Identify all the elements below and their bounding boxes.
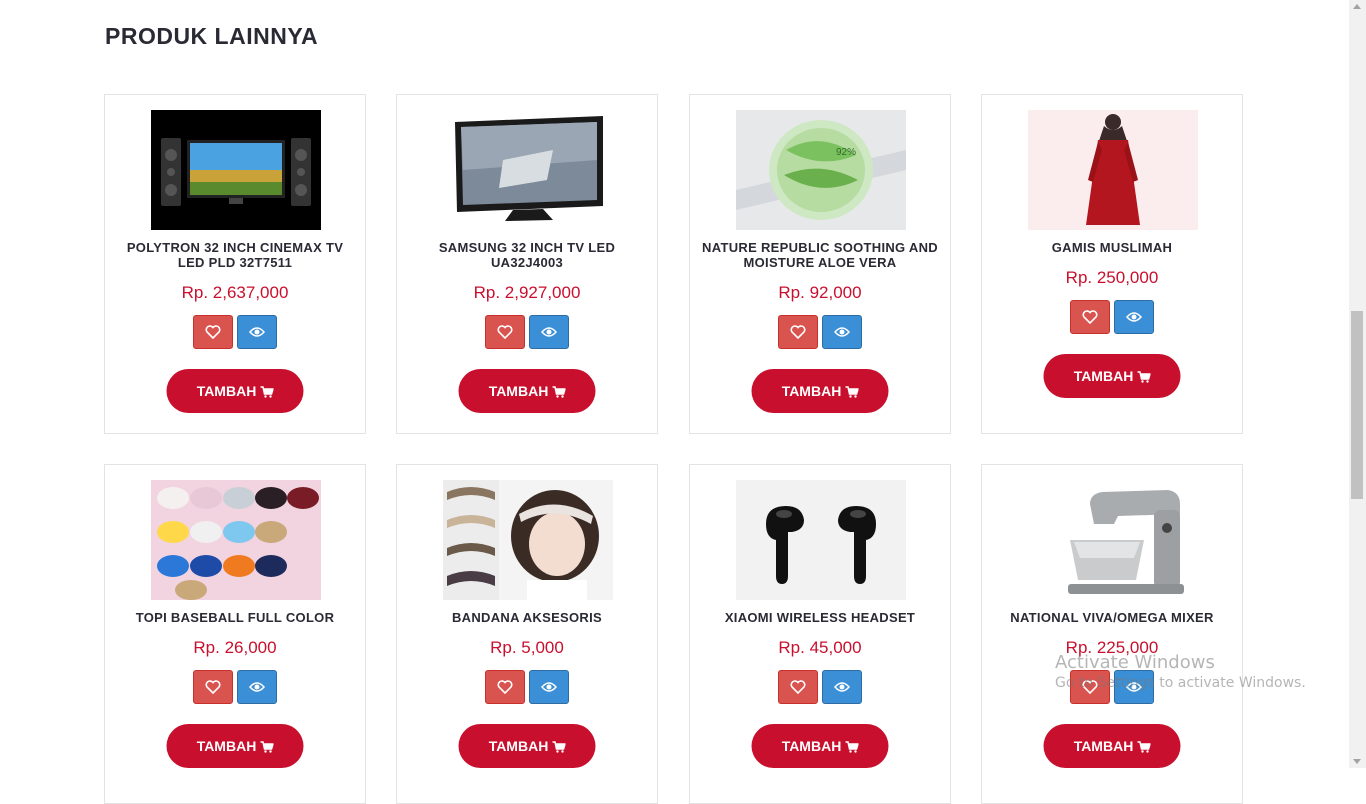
cart-icon (845, 386, 859, 398)
add-to-cart-button[interactable]: TAMBAH (751, 369, 889, 413)
section-title: PRODUK LAINNYA (105, 23, 319, 49)
cart-icon (845, 741, 859, 753)
scroll-down-arrow-icon[interactable] (1353, 759, 1361, 764)
activate-windows-watermark: Activate Windows Go to Settings to activ… (1055, 652, 1306, 691)
add-to-cart-button[interactable]: TAMBAH (751, 724, 889, 768)
cart-icon (1137, 371, 1151, 383)
product-name[interactable]: SAMSUNG 32 INCH TV LED UA32J4003 (407, 240, 647, 270)
svg-text:92%: 92% (836, 147, 856, 158)
add-to-cart-button[interactable]: TAMBAH (1043, 724, 1181, 768)
cart-icon (1137, 741, 1151, 753)
heart-icon (790, 325, 806, 339)
product-image[interactable] (736, 480, 906, 600)
add-to-cart-button[interactable]: TAMBAH (166, 724, 304, 768)
heart-icon (1082, 310, 1098, 324)
product-price: Rp. 26,000 (193, 638, 277, 657)
add-to-cart-label: TAMBAH (196, 383, 257, 399)
product-name[interactable]: TOPI BASEBALL FULL COLOR (115, 610, 355, 625)
heart-icon (205, 325, 221, 339)
eye-icon (541, 327, 557, 337)
view-button[interactable] (822, 670, 862, 704)
product-price: Rp. 45,000 (778, 638, 862, 657)
product-name[interactable]: BANDANA AKSESORIS (407, 610, 647, 625)
product-card: XIAOMI WIRELESS HEADSET Rp. 45,000 TAMBA… (689, 464, 951, 804)
wishlist-button[interactable] (778, 315, 818, 349)
product-image[interactable] (1028, 480, 1198, 600)
product-name[interactable]: POLYTRON 32 INCH CINEMAX TV LED PLD 32T7… (115, 240, 355, 270)
product-price: Rp. 92,000 (778, 283, 862, 302)
product-name[interactable]: XIAOMI WIRELESS HEADSET (700, 610, 940, 625)
eye-icon (541, 682, 557, 692)
product-card: 92% NATURE REPUBLIC SOOTHING AND MOISTUR… (689, 94, 951, 434)
cart-icon (260, 386, 274, 398)
cart-icon (260, 741, 274, 753)
product-price: Rp. 2,637,000 (181, 283, 289, 302)
add-to-cart-button[interactable]: TAMBAH (1043, 354, 1181, 398)
eye-icon (834, 682, 850, 692)
wishlist-button[interactable] (778, 670, 818, 704)
view-button[interactable] (237, 315, 277, 349)
wishlist-button[interactable] (485, 315, 525, 349)
cart-icon (552, 386, 566, 398)
add-to-cart-label: TAMBAH (488, 383, 549, 399)
product-image[interactable] (151, 110, 321, 230)
view-button[interactable] (237, 670, 277, 704)
heart-icon (497, 325, 513, 339)
product-image[interactable]: 92% (736, 110, 906, 230)
product-price: Rp. 250,000 (1065, 268, 1159, 287)
wishlist-button[interactable] (193, 670, 233, 704)
scroll-up-arrow-icon[interactable] (1353, 4, 1361, 9)
product-image[interactable] (443, 110, 613, 230)
cart-icon (552, 741, 566, 753)
product-name[interactable]: NATIONAL VIVA/OMEGA MIXER (992, 610, 1232, 625)
eye-icon (1126, 312, 1142, 322)
product-card: GAMIS MUSLIMAH Rp. 250,000 TAMBAH (981, 94, 1243, 434)
add-to-cart-label: TAMBAH (196, 738, 257, 754)
view-button[interactable] (822, 315, 862, 349)
wishlist-button[interactable] (485, 670, 525, 704)
product-name[interactable]: NATURE REPUBLIC SOOTHING AND MOISTURE AL… (700, 240, 940, 270)
wishlist-button[interactable] (193, 315, 233, 349)
add-to-cart-button[interactable]: TAMBAH (166, 369, 304, 413)
heart-icon (497, 680, 513, 694)
product-image[interactable] (151, 480, 321, 600)
product-price: Rp. 2,927,000 (473, 283, 581, 302)
add-to-cart-label: TAMBAH (781, 383, 842, 399)
view-button[interactable] (529, 670, 569, 704)
product-price: Rp. 5,000 (490, 638, 564, 657)
product-card: BANDANA AKSESORIS Rp. 5,000 TAMBAH (396, 464, 658, 804)
product-name[interactable]: GAMIS MUSLIMAH (992, 240, 1232, 255)
product-card: NATIONAL VIVA/OMEGA MIXER Rp. 225,000 TA… (981, 464, 1243, 804)
add-to-cart-label: TAMBAH (781, 738, 842, 754)
product-card: TOPI BASEBALL FULL COLOR Rp. 26,000 TAMB… (104, 464, 366, 804)
vertical-scrollbar[interactable] (1349, 0, 1366, 768)
view-button[interactable] (1114, 300, 1154, 334)
watermark-subtitle: Go to Settings to activate Windows. (1055, 675, 1306, 691)
heart-icon (205, 680, 221, 694)
add-to-cart-button[interactable]: TAMBAH (458, 369, 596, 413)
wishlist-button[interactable] (1070, 300, 1110, 334)
product-card: POLYTRON 32 INCH CINEMAX TV LED PLD 32T7… (104, 94, 366, 434)
add-to-cart-label: TAMBAH (1073, 738, 1134, 754)
product-card: SAMSUNG 32 INCH TV LED UA32J4003 Rp. 2,9… (396, 94, 658, 434)
eye-icon (834, 327, 850, 337)
add-to-cart-label: TAMBAH (1073, 368, 1134, 384)
watermark-title: Activate Windows (1055, 652, 1215, 673)
view-button[interactable] (529, 315, 569, 349)
product-image[interactable] (443, 480, 613, 600)
eye-icon (249, 682, 265, 692)
eye-icon (249, 327, 265, 337)
product-image[interactable] (1028, 110, 1198, 230)
heart-icon (790, 680, 806, 694)
add-to-cart-button[interactable]: TAMBAH (458, 724, 596, 768)
add-to-cart-label: TAMBAH (488, 738, 549, 754)
scrollbar-thumb[interactable] (1351, 311, 1363, 499)
